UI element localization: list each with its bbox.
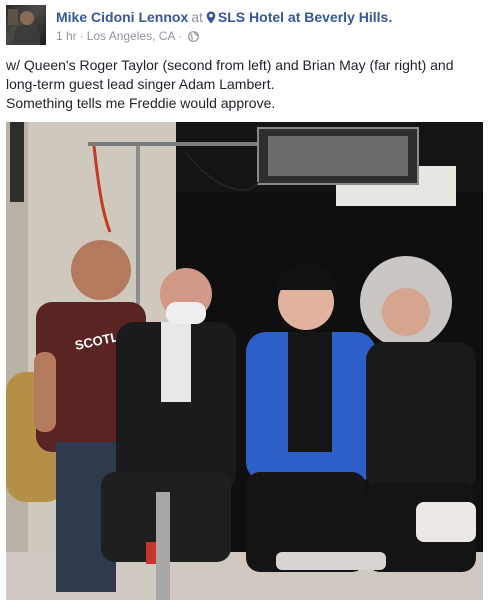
post-photo[interactable]: SCOTLAND [6,122,483,600]
post-header: Mike Cidoni Lennox at SLS Hotel at Beverly… [6,5,486,45]
caption-line: Something tells me Freddie would approve… [6,95,276,111]
post-title-line: Mike Cidoni Lennox at SLS Hotel at Beverly… [56,9,392,27]
place-link[interactable]: SLS Hotel at Beverly Hills. [218,9,392,25]
meta-separator: · [178,29,183,43]
post-meta-line: 1 hr · Los Angeles, CA · [56,29,200,45]
post-location-link[interactable]: Los Angeles, CA [87,29,176,43]
post-timestamp-link[interactable]: 1 hr [56,29,77,43]
author-avatar[interactable] [6,5,46,45]
meta-separator: · [79,29,84,43]
facebook-post: Mike Cidoni Lennox at SLS Hotel at Beverly… [0,0,489,608]
globe-icon[interactable] [188,31,200,45]
photo-illustration: SCOTLAND [6,122,483,600]
map-pin-icon [206,11,216,27]
caption-line: w/ Queen's Roger Taylor (second from lef… [6,57,454,92]
post-caption: w/ Queen's Roger Taylor (second from lef… [6,56,484,113]
author-name-link[interactable]: Mike Cidoni Lennox [56,9,188,25]
at-word: at [191,9,203,25]
